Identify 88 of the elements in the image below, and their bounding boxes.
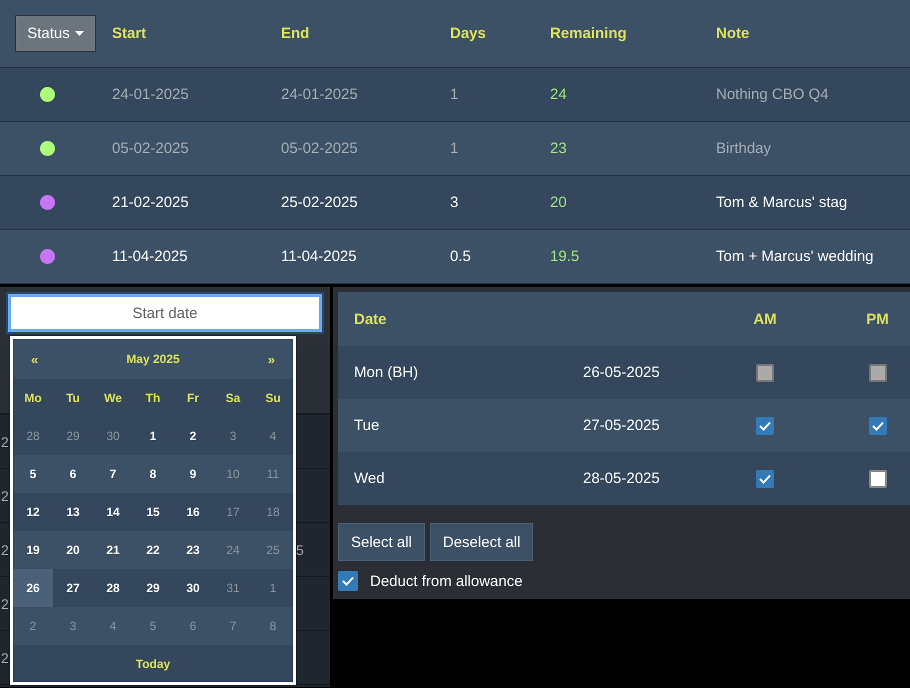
weekday-label: Th: [146, 391, 160, 405]
calendar-day[interactable]: 15: [133, 493, 173, 531]
calendar-day[interactable]: 19: [13, 531, 53, 569]
checkmark-icon: [759, 420, 771, 430]
weekday-label: We: [104, 391, 122, 405]
calendar-day[interactable]: 26: [13, 569, 53, 607]
table-cell: 20: [550, 194, 567, 211]
table-cell: 11-04-2025: [112, 248, 188, 265]
table-cell: 23: [550, 140, 567, 157]
calendar-day[interactable]: 1: [133, 417, 173, 455]
calendar-day[interactable]: 27: [53, 569, 93, 607]
column-header: Note: [716, 25, 750, 42]
deselect-all-button[interactable]: Deselect all: [430, 523, 534, 561]
table-cell: 24: [550, 86, 567, 103]
weekday-label: Su: [265, 391, 281, 405]
table-cell: 21-02-2025: [112, 194, 189, 211]
checkbox[interactable]: [756, 470, 774, 488]
table-cell: 3: [450, 194, 458, 211]
weekday-label: Sa: [226, 391, 240, 405]
previous-month-button[interactable]: «: [31, 352, 38, 366]
calendar-day[interactable]: 12: [13, 493, 53, 531]
table-cell: Nothing CBO Q4: [716, 86, 829, 103]
table-cell: 05-02-2025: [281, 140, 358, 157]
column-header: Days: [450, 25, 486, 42]
caret-icon: [74, 31, 84, 36]
status-dropdown[interactable]: Status: [15, 15, 96, 52]
calendar-day[interactable]: 21: [93, 531, 133, 569]
today-button[interactable]: Today: [136, 656, 170, 670]
calendar-day[interactable]: 23: [173, 531, 213, 569]
table-cell: 25-02-2025: [281, 194, 358, 211]
table-cell: 1: [450, 86, 458, 103]
weekday-label: Mo: [24, 391, 42, 405]
month-title[interactable]: May 2025: [126, 352, 180, 366]
table-cell: 5: [296, 542, 304, 558]
calendar-day[interactable]: 29: [133, 569, 173, 607]
table-cell: 19.5: [550, 248, 580, 265]
table-cell: Tom + Marcus' wedding: [716, 248, 874, 265]
calendar-day[interactable]: 28: [93, 569, 133, 607]
calendar-day[interactable]: 16: [173, 493, 213, 531]
column-header: Remaining: [550, 25, 627, 42]
column-header: PM: [866, 310, 889, 328]
table-cell: 05-02-2025: [112, 140, 189, 157]
calendar-day[interactable]: 13: [53, 493, 93, 531]
calendar-day[interactable]: 6: [53, 455, 93, 493]
table-cell: 2: [1, 434, 9, 450]
weekday-label: Fr: [187, 391, 199, 405]
calendar-day[interactable]: 2: [173, 417, 213, 455]
column-header: Date: [354, 310, 387, 328]
table-cell: 26-05-2025: [583, 364, 660, 381]
calendar-day[interactable]: 9: [173, 455, 213, 493]
start-date-field[interactable]: Start date: [8, 294, 322, 332]
checkbox[interactable]: [338, 571, 358, 591]
column-header: Start: [112, 25, 146, 42]
calendar-day[interactable]: 22: [133, 531, 173, 569]
table-cell: 11-04-2025: [281, 248, 357, 265]
table-cell: Wed: [354, 470, 385, 487]
column-header: End: [281, 25, 310, 42]
checkmark-icon: [759, 474, 771, 484]
checkbox[interactable]: [756, 416, 774, 434]
next-month-button[interactable]: »: [268, 352, 275, 366]
weekday-label: Tu: [66, 391, 80, 405]
calendar-day[interactable]: 30: [173, 569, 213, 607]
select-all-button[interactable]: Select all: [338, 523, 425, 561]
calendar-day[interactable]: 7: [93, 455, 133, 493]
table-cell: 0.5: [450, 248, 471, 265]
table-cell: 1: [450, 140, 458, 157]
table-cell: Birthday: [716, 140, 772, 157]
table-cell: 2: [1, 542, 9, 558]
calendar-day[interactable]: 5: [13, 455, 53, 493]
column-header: AM: [753, 310, 777, 328]
checkbox[interactable]: [868, 470, 886, 488]
table-cell: 28-05-2025: [583, 470, 660, 487]
calendar-day[interactable]: 8: [133, 455, 173, 493]
table-cell: Mon (BH): [354, 364, 418, 381]
checkbox-label: Deduct from allowance: [370, 572, 523, 590]
calendar-day[interactable]: 14: [93, 493, 133, 531]
table-cell: 2: [1, 488, 9, 504]
calendar-day[interactable]: 20: [53, 531, 93, 569]
table-cell: 27-05-2025: [583, 417, 660, 434]
checkmark-icon: [872, 420, 884, 430]
table-cell: 24-01-2025: [112, 86, 189, 103]
checkmark-icon: [342, 576, 354, 586]
table-cell: Tue: [354, 417, 380, 434]
table-cell: Tom & Marcus' stag: [716, 194, 848, 211]
table-cell: 2: [1, 596, 9, 612]
table-cell: 2: [1, 650, 9, 666]
checkbox[interactable]: [868, 416, 886, 434]
table-cell: 24-01-2025: [281, 86, 358, 103]
